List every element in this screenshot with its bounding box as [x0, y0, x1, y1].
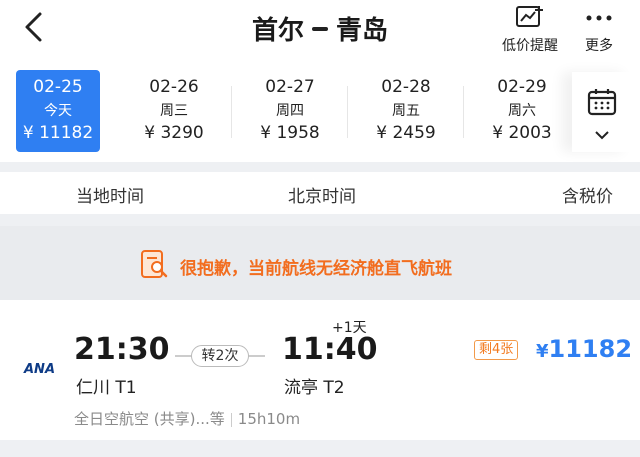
flight-meta: 全日空航空 (共享)...等 15h10m [74, 408, 300, 429]
calendar-button[interactable] [572, 72, 632, 152]
seats-left-badge: 剩4张 [474, 340, 519, 360]
price-alert-label: 低价提醒 [502, 38, 558, 54]
date-label: 02-25 [33, 77, 83, 97]
column-headers: 当地时间 北京时间 含税价 [0, 172, 640, 214]
weekday-label: 周四 [276, 103, 304, 119]
beijing-time-header[interactable]: 北京时间 [288, 182, 356, 207]
date-divider [463, 86, 464, 138]
weekday-label: 周五 [392, 103, 420, 119]
calendar-icon [587, 89, 617, 116]
departure-airport: 仁川 T1 [76, 378, 137, 398]
search-document-icon [141, 250, 168, 278]
destination-city: 青岛 [336, 16, 389, 46]
flight-duration: 15h10m [237, 410, 301, 428]
price-alert-button[interactable]: 低价提醒 [496, 4, 564, 55]
arrival-time: 11:40 [282, 332, 378, 367]
currency-symbol: ¥ [536, 341, 549, 362]
date-selector: 02-25 今天 ¥ 11182 02-26 周三 ¥ 3290 02-27 周… [0, 62, 640, 162]
transfer-indicator: 转2次 [175, 345, 265, 367]
date-divider [347, 86, 348, 138]
date-tab-0[interactable]: 02-25 今天 ¥ 11182 [16, 70, 100, 152]
chevron-down-icon [595, 131, 609, 140]
notice-text: 很抱歉，当前航线无经济舱直飞航班 [180, 259, 452, 279]
flight-card[interactable]: ANA 21:30 仁川 T1 转2次 +1天 11:40 流亭 T2 剩4张 … [0, 300, 640, 440]
tax-included-header[interactable]: 含税价 [562, 182, 613, 207]
no-flight-notice: 很抱歉，当前航线无经济舱直飞航班 [0, 226, 640, 300]
departure-time: 21:30 [74, 332, 170, 367]
date-price: ¥ 3290 [144, 123, 204, 143]
weekday-label: 今天 [44, 103, 72, 119]
more-label: 更多 [585, 38, 613, 54]
more-dots-icon [586, 15, 612, 21]
date-tab-1[interactable]: 02-26 周三 ¥ 3290 [132, 70, 232, 152]
price-trend-icon [516, 6, 543, 27]
date-label: 02-27 [265, 77, 315, 97]
local-time-header[interactable]: 当地时间 [76, 182, 144, 207]
date-price: ¥ 2003 [492, 123, 552, 143]
arrival-airport: 流亭 T2 [284, 378, 345, 398]
origin-city: 首尔 [251, 16, 304, 46]
date-label: 02-26 [149, 77, 199, 97]
date-label: 02-28 [381, 77, 431, 97]
airline-name: 全日空航空 (共享)...等 [74, 410, 225, 428]
date-price: ¥ 2459 [376, 123, 436, 143]
date-tab-4[interactable]: 02-29 周六 ¥ 2003 [480, 70, 564, 152]
flight-price: ¥11182 [536, 335, 632, 363]
weekday-label: 周六 [508, 103, 536, 119]
airline-logo: ANA [24, 362, 56, 377]
more-button[interactable]: 更多 [576, 4, 622, 55]
meta-divider [230, 412, 232, 427]
date-divider [231, 86, 232, 138]
weekday-label: 周三 [160, 103, 188, 119]
date-label: 02-29 [497, 77, 547, 97]
transfer-count: 转2次 [191, 345, 249, 367]
date-price: ¥ 1958 [260, 123, 320, 143]
date-tab-2[interactable]: 02-27 周四 ¥ 1958 [248, 70, 348, 152]
date-tab-3[interactable]: 02-28 周五 ¥ 2459 [364, 70, 464, 152]
top-bar: 首尔 青岛 低价提醒 更多 [0, 0, 640, 62]
date-price: ¥ 11182 [22, 123, 94, 143]
route-dash [312, 26, 328, 31]
price-amount: 11182 [548, 335, 633, 363]
